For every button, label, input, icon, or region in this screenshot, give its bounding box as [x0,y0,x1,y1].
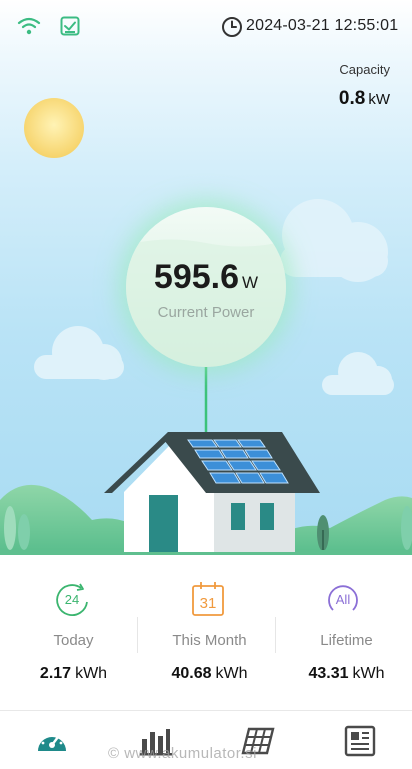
capacity-number: 0.8 [338,88,366,109]
cloud-small-icon [322,352,394,395]
stat-this-month[interactable]: 31 This Month 40.68 kWh [141,555,278,710]
check-clipboard-icon[interactable] [60,15,80,37]
current-power-unit: W [242,273,259,292]
stat-lifetime-icon-text: All [336,592,351,607]
report-icon[interactable] [343,725,377,757]
datetime-text: 2024-03-21 12:55:01 [246,17,399,34]
stat-today-unit: kWh [75,665,108,682]
stat-today-value: 2.17 kWh [5,665,142,683]
dashboard-icon[interactable] [35,725,69,757]
divider [137,617,138,653]
wifi-icon [17,17,41,35]
current-power-label: Current Power [157,304,255,321]
stat-today-icon-text: 24 [65,592,79,607]
clock-icon [222,17,242,37]
stat-lifetime-value: 43.31 kWh [278,665,412,683]
stat-this-month-number: 40.68 [171,665,212,682]
stat-this-month-label: This Month [172,632,247,649]
stat-lifetime-unit: kWh [352,665,385,682]
divider [275,617,276,653]
capacity-value: 0.8 kW [339,88,390,110]
calendar-24-icon: 24 [56,583,88,616]
stat-lifetime-label: Lifetime [320,632,373,649]
current-power-number: 595.6 [153,258,240,296]
calendar-31-icon: 31 [192,582,224,616]
cloud-left-icon [34,326,124,380]
cloud-right-icon [280,199,388,282]
capacity-unit: kW [368,91,390,108]
stat-today[interactable]: 24 Today 2.17 kWh [5,555,142,710]
current-power-value: 595.6 W [126,258,286,297]
capacity-label: Capacity [339,62,390,77]
stat-this-month-value: 40.68 kWh [141,665,278,683]
stat-lifetime-number: 43.31 [308,665,349,682]
watermark-text: © www.akumulator.si [108,745,257,762]
lifetime-all-icon: All [328,585,358,611]
house-icon [104,432,320,552]
stat-this-month-unit: kWh [215,665,248,682]
energy-stats: 24 Today 2.17 kWh 31 This Month 40.68 kWh … [0,555,412,710]
stat-today-number: 2.17 [39,665,72,682]
stat-today-label: Today [53,632,94,649]
sun-icon [24,98,84,158]
stat-month-icon-text: 31 [200,595,217,612]
stat-lifetime[interactable]: All Lifetime 43.31 kWh [278,555,412,710]
hero-panel: 2024-03-21 12:55:01 Capacity 0.8 kW 595.6… [0,0,412,555]
